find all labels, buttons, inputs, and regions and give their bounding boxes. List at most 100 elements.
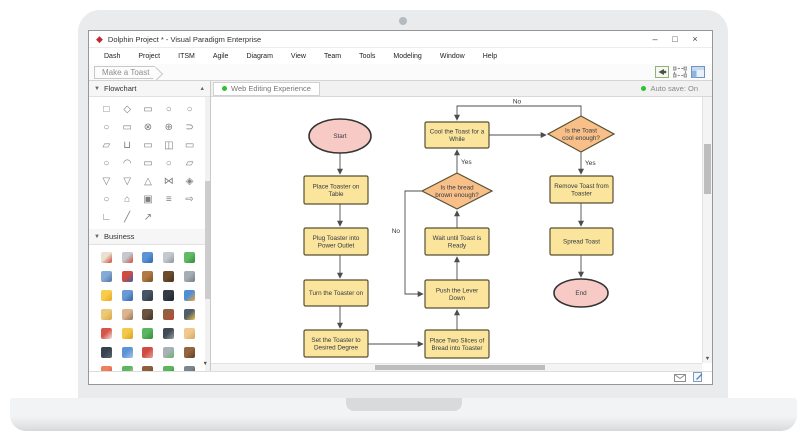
arrow-line-shape-icon[interactable]: ↗ [138, 210, 159, 225]
decision-shape-icon[interactable]: ◇ [117, 102, 138, 117]
presentation-icon[interactable] [101, 271, 112, 282]
flow-node-set-degree[interactable]: Set the Toaster toDesired Degree [304, 330, 368, 357]
circle-shape-icon[interactable]: ○ [96, 192, 117, 207]
tab-make-a-toast[interactable]: Make a Toast [94, 66, 155, 79]
feedback-edit-icon[interactable] [693, 369, 703, 387]
office-building-icon[interactable] [184, 271, 195, 282]
corner-line-shape-icon[interactable]: ∟ [96, 210, 117, 225]
flow-node-cool-enough[interactable]: Is the Toastcool enough? [548, 116, 614, 152]
flow-node-spread-toast[interactable]: Spread Toast [550, 228, 613, 255]
money-hand-icon[interactable] [122, 366, 133, 371]
flow-node-place-toaster[interactable]: Place Toaster onTable [304, 176, 368, 204]
businessman-icon[interactable] [142, 309, 153, 320]
calculator-icon[interactable] [142, 290, 153, 301]
award-ribbon-icon[interactable] [122, 252, 133, 263]
palette-section-business[interactable]: ▼ Business [89, 229, 210, 245]
vertical-scrollbar[interactable]: ▼ [702, 97, 712, 363]
menu-agile[interactable]: Agile [204, 53, 238, 60]
lightbulb-icon[interactable] [101, 290, 112, 301]
org-chart-blue-icon[interactable] [122, 347, 133, 358]
gold-bars-icon[interactable] [122, 328, 133, 339]
pie-chart-icon[interactable] [184, 290, 195, 301]
manual-operation-shape-icon[interactable]: ▽ [96, 174, 117, 189]
notebook-icon[interactable] [163, 309, 174, 320]
block-arrow-shape-icon[interactable]: ⇨ [179, 192, 200, 207]
org-chart-red-icon[interactable] [142, 347, 153, 358]
flow-node-cool-toast[interactable]: Cool the Toast for aWhile [425, 122, 489, 148]
horizontal-scrollbar-thumb[interactable] [375, 365, 545, 370]
flow-node-brown-enough[interactable]: Is the breadbrown enough? [422, 173, 492, 209]
alternate-process-shape-icon[interactable]: ▭ [138, 102, 159, 117]
menu-modeling[interactable]: Modeling [384, 53, 430, 60]
or-gate-shape-icon[interactable]: ⊕ [158, 120, 179, 135]
shirt-tie-icon[interactable] [122, 290, 133, 301]
money-transfer-icon[interactable] [142, 328, 153, 339]
delay-shape-icon[interactable]: ⊃ [179, 120, 200, 135]
punched-card-shape-icon[interactable]: ▭ [179, 138, 200, 153]
bowler-hat-icon[interactable] [101, 347, 112, 358]
palette-section-flowchart[interactable]: ▼ Flowchart ▲ [89, 81, 210, 97]
flow-node-turn-on[interactable]: Turn the Toaster on [304, 280, 368, 306]
multi-lines-shape-icon[interactable]: ≡ [158, 192, 179, 207]
rounded-rectangle-shape-icon[interactable]: ▭ [117, 120, 138, 135]
bookmark-books-icon[interactable] [122, 271, 133, 282]
scroll-down-icon[interactable]: ▼ [203, 361, 208, 367]
web-editing-tab[interactable]: Web Editing Experience [213, 82, 320, 96]
menu-view[interactable]: View [282, 53, 315, 60]
line-shape-icon[interactable]: ╱ [117, 210, 138, 225]
stored-data-shape-icon[interactable]: ◠ [117, 156, 138, 171]
panel-layout-icon[interactable] [691, 66, 705, 78]
summing-junction-shape-icon[interactable]: ⊗ [138, 120, 159, 135]
dartboard-icon[interactable] [101, 328, 112, 339]
email-icon[interactable] [674, 369, 686, 387]
display-shape-icon[interactable]: ▣ [138, 192, 159, 207]
menu-help[interactable]: Help [474, 53, 506, 60]
flow-edge[interactable] [405, 191, 423, 294]
flow-node-plug-toaster[interactable]: Plug Toaster intoPower Outlet [304, 228, 368, 255]
maximize-button[interactable]: □ [665, 34, 685, 44]
flow-node-wait-toast[interactable]: Wait until Toast isReady [425, 228, 489, 255]
scroll-down-icon[interactable]: ▼ [703, 356, 712, 362]
folder-icon[interactable] [101, 309, 112, 320]
card-shape-icon[interactable]: ▭ [138, 138, 159, 153]
flow-node-remove-toast[interactable]: Remove Toast fromToaster [550, 176, 613, 203]
data-shape-icon[interactable]: ▱ [96, 138, 117, 153]
menu-diagram[interactable]: Diagram [237, 53, 281, 60]
oval-shape-icon[interactable]: ○ [96, 120, 117, 135]
menu-dash[interactable]: Dash [95, 53, 129, 60]
menu-project[interactable]: Project [129, 53, 169, 60]
collate-shape-icon[interactable]: ⋈ [158, 174, 179, 189]
menu-tools[interactable]: Tools [350, 53, 384, 60]
ellipse-shape-icon[interactable]: ○ [179, 102, 200, 117]
banknote-icon[interactable] [163, 366, 174, 371]
growth-chart-icon[interactable] [184, 252, 195, 263]
merge-shape-icon[interactable]: ▽ [117, 174, 138, 189]
menu-team[interactable]: Team [315, 53, 350, 60]
scroll-up-icon[interactable]: ▲ [200, 86, 205, 92]
palette-scrollbar[interactable] [205, 97, 210, 371]
flow-edge[interactable] [457, 106, 581, 120]
vertical-scrollbar-thumb[interactable] [704, 144, 711, 194]
math-symbols-icon[interactable] [101, 366, 112, 371]
connector-shape-icon[interactable]: ○ [96, 156, 117, 171]
rectangle-shape-icon[interactable]: ▭ [138, 156, 159, 171]
auction-gavel-icon[interactable] [184, 347, 195, 358]
certificate-icon[interactable] [101, 252, 112, 263]
extract-shape-icon[interactable]: △ [138, 174, 159, 189]
off-page-connector-shape-icon[interactable]: ⌂ [117, 192, 138, 207]
scale-icon[interactable] [163, 328, 174, 339]
manager-icon[interactable] [122, 309, 133, 320]
id-badge-icon[interactable] [142, 252, 153, 263]
factory-icon[interactable] [184, 309, 195, 320]
menu-itsm[interactable]: ITSM [169, 53, 204, 60]
gear-wheel-icon[interactable] [184, 366, 195, 371]
terminator-shape-icon[interactable]: ○ [158, 102, 179, 117]
top-hat-icon[interactable] [163, 290, 174, 301]
flow-node-push-lever[interactable]: Push the LeverDown [425, 280, 489, 308]
bank-icon[interactable] [163, 252, 174, 263]
money-bag-icon[interactable] [142, 366, 153, 371]
small-ellipse-shape-icon[interactable]: ○ [158, 156, 179, 171]
manual-input-shape-icon[interactable]: ▱ [179, 156, 200, 171]
internal-storage-shape-icon[interactable]: ◫ [158, 138, 179, 153]
minimize-button[interactable]: – [645, 34, 665, 44]
